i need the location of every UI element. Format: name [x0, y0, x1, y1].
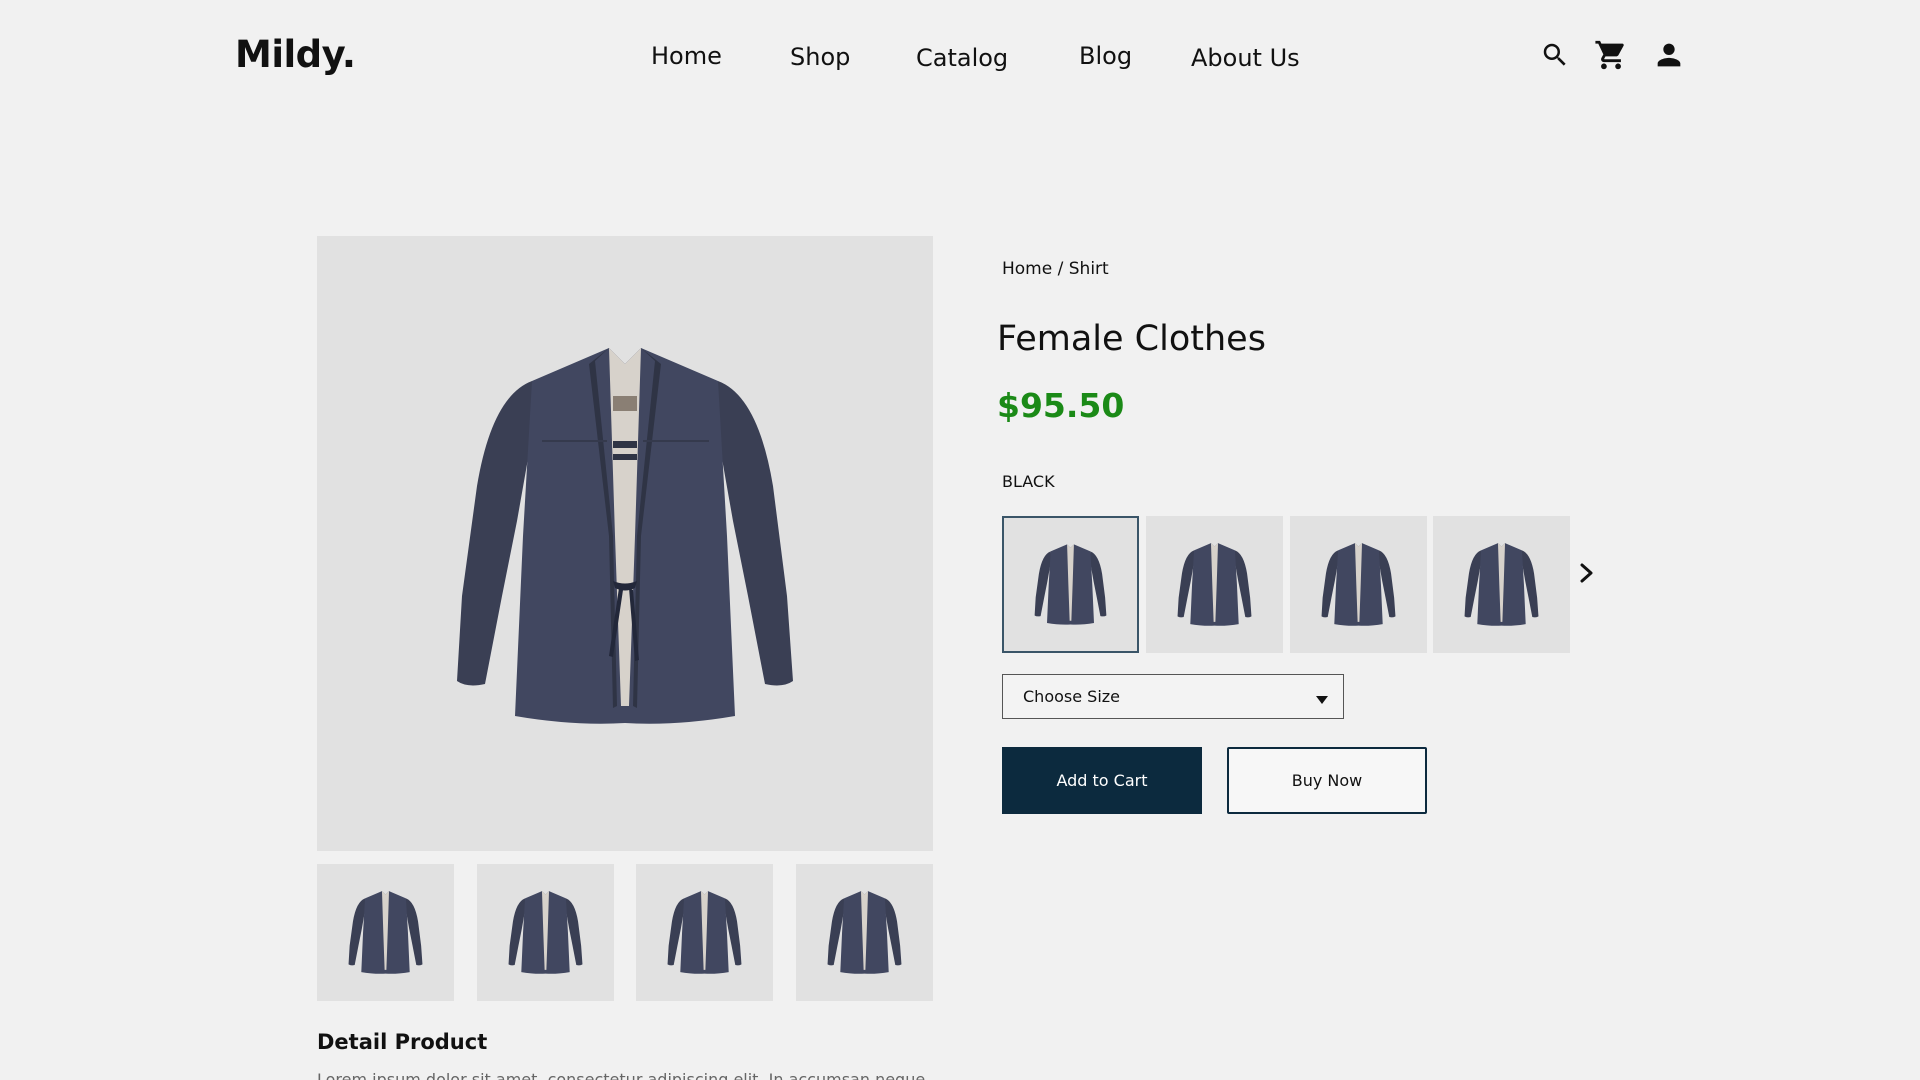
product-price: $95.50: [997, 386, 1125, 425]
breadcrumb: Home / Shirt: [1002, 259, 1109, 279]
thumbnail-2[interactable]: [477, 864, 614, 1001]
thumbnail-1[interactable]: [317, 864, 454, 1001]
detail-product-title: Detail Product: [317, 1030, 488, 1054]
detail-product-text: Lorem ipsum dolor sit amet, consectetur …: [317, 1070, 926, 1080]
color-swatches: [1002, 516, 1602, 653]
product-page: Mildy. Home Shop Catalog Blog About Us D…: [0, 0, 1920, 1080]
color-label: BLACK: [1002, 472, 1055, 491]
jacket-image: [457, 348, 793, 724]
swatch-2[interactable]: [1146, 516, 1283, 653]
swatch-1[interactable]: [1002, 516, 1139, 653]
swatch-4[interactable]: [1433, 516, 1570, 653]
search-icon[interactable]: [1540, 40, 1570, 70]
add-to-cart-button[interactable]: Add to Cart: [1002, 747, 1202, 814]
nav-home[interactable]: Home: [651, 42, 722, 70]
thumbnail-strip: [317, 864, 933, 1001]
buy-now-button[interactable]: Buy Now: [1227, 747, 1427, 814]
nav-blog[interactable]: Blog: [1079, 42, 1132, 70]
main-product-image: [317, 236, 933, 851]
user-icon[interactable]: [1652, 38, 1686, 72]
breadcrumb-separator: /: [1057, 259, 1064, 279]
thumbnail-4[interactable]: [796, 864, 933, 1001]
breadcrumb-current[interactable]: Shirt: [1069, 259, 1109, 279]
nav-about-us[interactable]: About Us: [1191, 44, 1300, 72]
thumbnail-3[interactable]: [636, 864, 773, 1001]
nav-catalog[interactable]: Catalog: [916, 44, 1008, 72]
product-title: Female Clothes: [997, 319, 1266, 359]
size-select-value: Choose Size: [1023, 687, 1120, 706]
caret-down-icon: [1315, 691, 1329, 704]
chevron-right-icon[interactable]: [1578, 562, 1596, 584]
swatch-3[interactable]: [1290, 516, 1427, 653]
cart-icon[interactable]: [1594, 38, 1628, 72]
main-nav: Home Shop Catalog Blog About Us: [0, 42, 1920, 72]
size-select[interactable]: Choose Size: [1002, 674, 1344, 719]
nav-shop[interactable]: Shop: [790, 43, 850, 71]
breadcrumb-home[interactable]: Home: [1002, 259, 1052, 279]
